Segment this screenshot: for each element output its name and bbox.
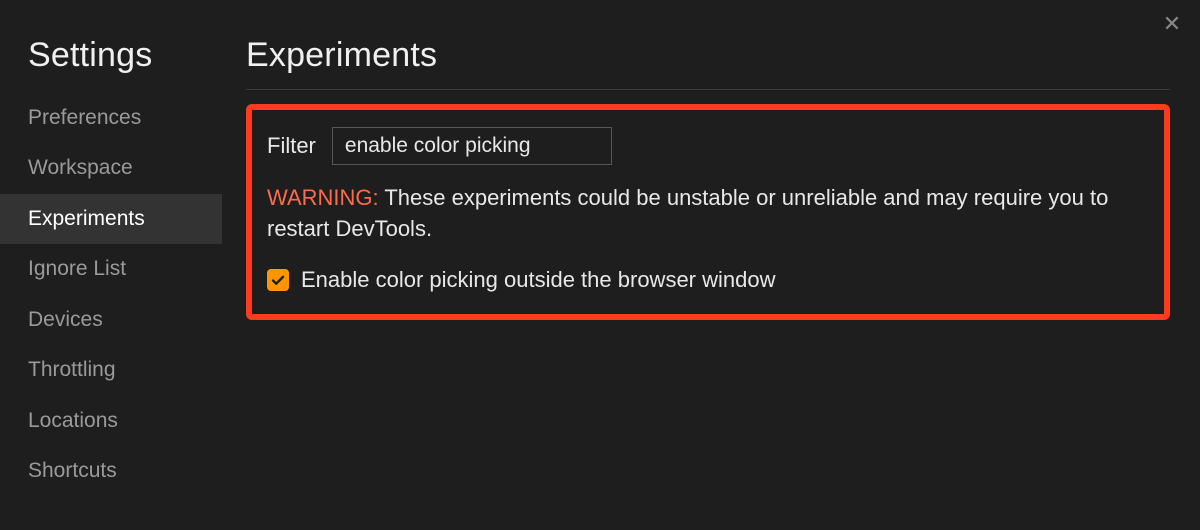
- warning-body: These experiments could be unstable or u…: [267, 185, 1108, 241]
- filter-label: Filter: [267, 133, 316, 159]
- sidebar-item-preferences[interactable]: Preferences: [0, 93, 222, 143]
- page-title: Experiments: [246, 36, 1170, 90]
- warning-prefix: WARNING:: [267, 185, 379, 210]
- main-panel: Experiments Filter WARNING: These experi…: [222, 0, 1200, 530]
- sidebar-title: Settings: [0, 36, 222, 93]
- sidebar-item-workspace[interactable]: Workspace: [0, 143, 222, 193]
- experiment-label[interactable]: Enable color picking outside the browser…: [301, 267, 775, 293]
- warning-text: WARNING: These experiments could be unst…: [267, 183, 1149, 245]
- sidebar-item-devices[interactable]: Devices: [0, 295, 222, 345]
- sidebar-item-throttling[interactable]: Throttling: [0, 345, 222, 395]
- experiment-checkbox[interactable]: [267, 269, 289, 291]
- sidebar-list: Preferences Workspace Experiments Ignore…: [0, 93, 222, 497]
- settings-layout: Settings Preferences Workspace Experimen…: [0, 0, 1200, 530]
- sidebar-item-shortcuts[interactable]: Shortcuts: [0, 446, 222, 496]
- sidebar: Settings Preferences Workspace Experimen…: [0, 0, 222, 530]
- checkmark-icon: [270, 272, 286, 288]
- experiment-row: Enable color picking outside the browser…: [267, 267, 1149, 293]
- annotation-highlight: Filter WARNING: These experiments could …: [246, 104, 1170, 320]
- sidebar-item-ignore-list[interactable]: Ignore List: [0, 244, 222, 294]
- sidebar-item-experiments[interactable]: Experiments: [0, 194, 222, 244]
- sidebar-item-locations[interactable]: Locations: [0, 396, 222, 446]
- filter-row: Filter: [267, 127, 1149, 165]
- filter-input[interactable]: [332, 127, 612, 165]
